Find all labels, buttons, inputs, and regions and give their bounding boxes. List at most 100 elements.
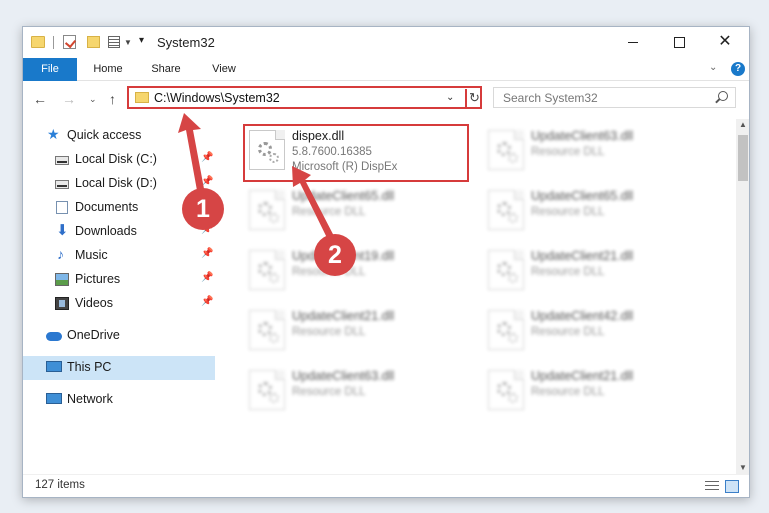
pin-icon[interactable]: 📌	[201, 152, 213, 163]
status-bar: 127 items	[23, 474, 749, 497]
vertical-scrollbar[interactable]: ▲ ▼	[736, 119, 749, 474]
pin-icon[interactable]: 📌	[201, 176, 213, 187]
file-description: Resource DLL	[531, 326, 605, 338]
file-list: dispex.dll 5.8.7600.16385 Microsoft (R) …	[216, 119, 736, 474]
recent-locations-dropdown[interactable]: ⌄	[89, 94, 97, 105]
sidebar-item-downloads[interactable]: ⬇ Downloads 📌	[23, 220, 215, 244]
toolbar-divider	[53, 36, 54, 49]
sidebar-item-pictures[interactable]: Pictures 📌	[23, 268, 215, 292]
refresh-button[interactable]: ↻	[465, 89, 482, 107]
music-icon: ♪	[57, 246, 64, 262]
sidebar-item-local-disk-c[interactable]: Local Disk (C:) 📌	[23, 148, 215, 172]
dll-file-icon	[249, 190, 285, 230]
properties-checkmark-icon[interactable]	[63, 35, 76, 49]
scroll-up-icon[interactable]: ▲	[736, 120, 749, 129]
file-tile[interactable]: UpdateClient42.dll Resource DLL	[484, 306, 704, 360]
pin-icon[interactable]: 📌	[201, 272, 213, 283]
sidebar-item-label: OneDrive	[67, 328, 120, 342]
pin-icon[interactable]: 📌	[201, 296, 213, 307]
file-tile[interactable]: UpdateClient63.dll Resource DLL	[245, 366, 465, 420]
file-tile[interactable]: UpdateClient65.dll Resource DLL	[484, 186, 704, 240]
address-dropdown-icon[interactable]: ⌄	[446, 92, 454, 103]
tab-share[interactable]: Share	[141, 58, 191, 81]
sidebar-item-network[interactable]: Network	[23, 388, 215, 412]
sidebar-item-label: Network	[67, 392, 113, 406]
tab-file[interactable]: File	[23, 58, 77, 81]
file-name: UpdateClient63.dll	[292, 369, 395, 383]
folder-icon	[135, 92, 149, 103]
file-name: UpdateClient21.dll	[531, 249, 634, 263]
item-count: 127 items	[35, 479, 85, 491]
navigation-pane: ★ Quick access Local Disk (C:) 📌 Local D…	[23, 119, 215, 474]
dll-file-icon	[488, 310, 524, 350]
file-name: UpdateClient65.dll	[531, 189, 634, 203]
file-description: Resource DLL	[531, 266, 605, 278]
network-icon	[46, 393, 62, 404]
folder-icon	[31, 36, 45, 48]
file-name: UpdateClient65.dll	[292, 189, 395, 203]
sidebar-item-local-disk-d[interactable]: Local Disk (D:) 📌	[23, 172, 215, 196]
help-icon[interactable]: ?	[731, 62, 745, 76]
selected-file-highlight	[243, 124, 469, 182]
address-path[interactable]: C:\Windows\System32	[154, 91, 280, 105]
tiles-view-icon[interactable]	[725, 480, 739, 493]
back-button[interactable]: ←	[33, 91, 47, 107]
dll-file-icon	[249, 310, 285, 350]
onedrive-icon	[46, 332, 62, 341]
forward-button[interactable]: →	[62, 91, 76, 107]
sidebar-item-label: Music	[75, 248, 108, 262]
file-name: UpdateClient42.dll	[531, 309, 634, 323]
sidebar-item-this-pc[interactable]: This PC	[23, 356, 215, 380]
dll-file-icon	[488, 250, 524, 290]
maximize-button[interactable]	[656, 27, 702, 56]
file-description: Resource DLL	[531, 146, 605, 158]
quick-access-dropdown-icon[interactable]: ▾	[139, 35, 144, 51]
up-button[interactable]: ↑	[109, 91, 116, 107]
star-icon: ★	[47, 126, 60, 142]
sidebar-item-quick-access[interactable]: ★ Quick access	[23, 124, 215, 148]
drive-icon	[55, 180, 69, 189]
file-tile[interactable]: UpdateClient21.dll Resource DLL	[484, 246, 704, 300]
sidebar-item-label: Local Disk (C:)	[75, 152, 157, 166]
pc-icon	[46, 361, 62, 372]
dll-file-icon	[249, 370, 285, 410]
search-icon[interactable]	[718, 91, 728, 101]
close-button[interactable]: ✕	[702, 27, 748, 56]
file-tile[interactable]: UpdateClient65.dll Resource DLL	[245, 186, 465, 240]
dll-file-icon	[488, 190, 524, 230]
customize-dropdown-icon[interactable]: ▼	[124, 38, 132, 54]
download-icon: ⬇	[56, 222, 69, 239]
pin-icon[interactable]: 📌	[201, 248, 213, 259]
scroll-down-icon[interactable]: ▼	[736, 463, 749, 472]
drive-icon	[55, 156, 69, 165]
sidebar-item-label: Local Disk (D:)	[75, 176, 157, 190]
tab-home[interactable]: Home	[83, 58, 133, 81]
minimize-button[interactable]	[610, 27, 656, 56]
file-description: Resource DLL	[531, 206, 605, 218]
sidebar-item-videos[interactable]: Videos 📌	[23, 292, 215, 316]
sidebar-item-label: Quick access	[67, 128, 142, 142]
step-1-badge: 1	[182, 188, 224, 230]
properties-icon[interactable]	[108, 36, 120, 48]
file-tile[interactable]: UpdateClient63.dll Resource DLL	[484, 126, 704, 180]
pictures-icon	[55, 273, 69, 286]
new-folder-icon[interactable]	[87, 36, 100, 48]
details-view-icon[interactable]	[705, 481, 719, 493]
file-tile[interactable]: UpdateClient21.dll Resource DLL	[484, 366, 704, 420]
search-input[interactable]: Search System32	[503, 91, 598, 105]
file-name: UpdateClient21.dll	[292, 309, 395, 323]
tab-view[interactable]: View	[199, 58, 249, 81]
sidebar-item-music[interactable]: ♪ Music 📌	[23, 244, 215, 268]
expand-ribbon-icon[interactable]: ⌄	[709, 62, 717, 73]
sidebar-item-onedrive[interactable]: OneDrive	[23, 324, 215, 348]
scroll-thumb[interactable]	[738, 135, 748, 181]
sidebar-item-label: Documents	[75, 200, 139, 214]
search-box[interactable]: Search System32	[493, 87, 736, 108]
file-description: Resource DLL	[292, 206, 366, 218]
file-tile[interactable]: UpdateClient21.dll Resource DLL	[245, 306, 465, 360]
sidebar-item-label: Pictures	[75, 272, 121, 286]
dll-file-icon	[249, 250, 285, 290]
navigation-bar: ← → ⌄ ↑ C:\Windows\System32 ⌄ ↻ Search S…	[23, 82, 749, 116]
sidebar-item-label: Videos	[75, 296, 113, 310]
address-bar[interactable]: C:\Windows\System32 ⌄ ↻	[127, 86, 482, 109]
